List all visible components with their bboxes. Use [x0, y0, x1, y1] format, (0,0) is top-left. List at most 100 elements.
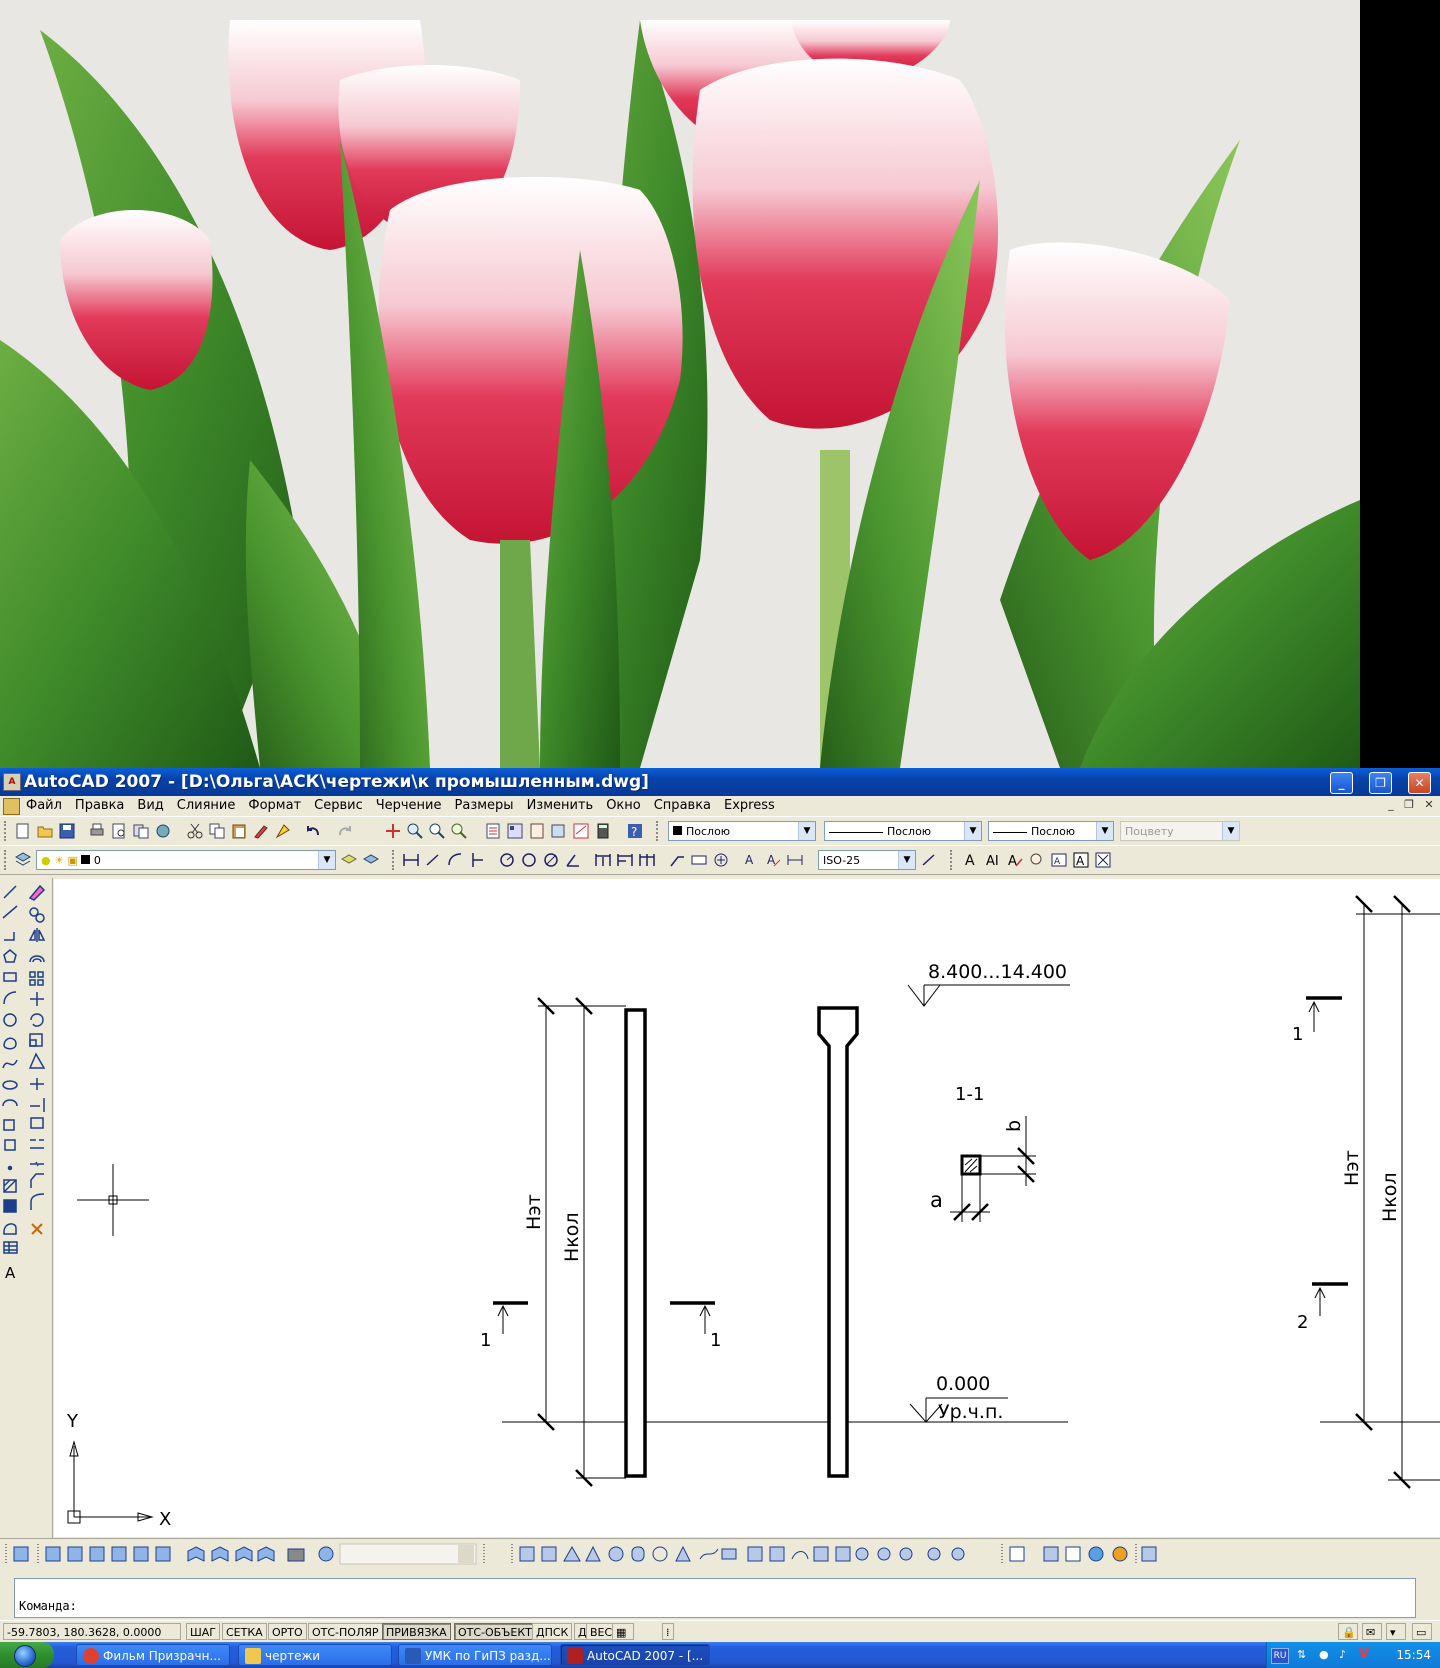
undo-icon[interactable]	[304, 822, 322, 840]
status-options-icon[interactable]: ▾	[1386, 1623, 1406, 1640]
zoom-previous-icon[interactable]	[450, 822, 468, 840]
document-icon[interactable]	[3, 798, 20, 815]
print-icon[interactable]	[88, 822, 106, 840]
autocad-app-icon[interactable]: A	[3, 773, 21, 791]
bluetooth-icon[interactable]: ●	[1319, 1648, 1331, 1662]
zoom-window-icon[interactable]	[428, 822, 446, 840]
status-toggle-5[interactable]: ПРИВЯЗКА	[382, 1623, 451, 1640]
aligned-dimension-icon[interactable]	[424, 851, 442, 869]
multiline-text-icon[interactable]: A	[962, 851, 980, 869]
jogged-dimension-icon[interactable]	[520, 851, 538, 869]
tool-palettes-icon[interactable]	[528, 822, 546, 840]
clock[interactable]: 15:54	[1396, 1642, 1431, 1668]
doc-close-button[interactable]: ✕	[1422, 798, 1436, 812]
text-style-icon[interactable]: A	[1072, 851, 1090, 869]
ordinate-dimension-icon[interactable]	[468, 851, 486, 869]
leader-icon[interactable]	[668, 851, 686, 869]
layer-manager-icon[interactable]	[14, 851, 32, 869]
make-layer-current-icon[interactable]	[340, 851, 358, 869]
diameter-dimension-icon[interactable]	[542, 851, 560, 869]
cut-icon[interactable]	[186, 822, 204, 840]
calculator-icon[interactable]	[594, 822, 612, 840]
dimension-edit-icon[interactable]: A	[742, 851, 760, 869]
properties-icon[interactable]	[484, 822, 502, 840]
chevron-down-icon[interactable]: ▼	[798, 822, 815, 840]
plot-preview-icon[interactable]	[110, 822, 128, 840]
menu-item[interactable]: Формат	[248, 796, 301, 816]
drawing-svg[interactable]: X Y Hэт Hкол 1 1 8.400...14.400 1-1 b a …	[54, 879, 1440, 1537]
menu-item[interactable]: Справка	[654, 796, 711, 816]
dimension-update-icon[interactable]	[786, 851, 804, 869]
continue-dimension-icon[interactable]	[638, 851, 656, 869]
spelling-icon[interactable]: A	[1050, 851, 1068, 869]
save-icon[interactable]	[58, 822, 76, 840]
markup-icon[interactable]	[572, 822, 590, 840]
drawing-area[interactable]: X Y Hэт Hкол 1 1 8.400...14.400 1-1 b a …	[54, 879, 1440, 1537]
chevron-down-icon[interactable]: ▼	[898, 851, 915, 869]
paste-icon[interactable]	[230, 822, 248, 840]
menu-item[interactable]: Окно	[606, 796, 641, 816]
command-line[interactable]: Команда:	[14, 1578, 1416, 1618]
status-toggle-7[interactable]: ДПСК	[532, 1623, 573, 1640]
block-editor-icon[interactable]	[274, 822, 292, 840]
volume-icon[interactable]: ♪	[1339, 1648, 1351, 1662]
dimension-style-dropdown[interactable]: ISO-25 ▼	[818, 850, 916, 870]
toolbar-grip[interactable]	[392, 850, 397, 870]
edit-text-icon[interactable]: A	[1006, 851, 1024, 869]
color-dropdown[interactable]: Послою ▼	[668, 821, 816, 841]
network-icon[interactable]: ⇅	[1297, 1648, 1309, 1662]
publish-icon[interactable]	[132, 822, 150, 840]
angular-dimension-icon[interactable]	[564, 851, 582, 869]
zoom-realtime-icon[interactable]	[406, 822, 424, 840]
linear-dimension-icon[interactable]	[402, 851, 420, 869]
3d-dwf-icon[interactable]	[154, 822, 172, 840]
layer-dropdown[interactable]: ● ☀ ▣ 0 ▼	[36, 850, 336, 870]
copy-icon[interactable]	[208, 822, 226, 840]
radius-dimension-icon[interactable]	[498, 851, 516, 869]
chevron-down-icon[interactable]: ▼	[964, 822, 981, 840]
menu-item[interactable]: Правка	[75, 796, 124, 816]
close-button[interactable]: ✕	[1408, 772, 1431, 794]
clean-screen-icon[interactable]: ▭	[1412, 1623, 1432, 1640]
help-icon[interactable]: ?	[626, 822, 644, 840]
center-mark-icon[interactable]	[712, 851, 730, 869]
lineweight-dropdown[interactable]: Послою ▼	[988, 821, 1114, 841]
model-icon[interactable]: ▦	[612, 1623, 634, 1640]
chevron-down-icon[interactable]: ▼	[318, 851, 335, 869]
menu-item[interactable]: Слияние	[177, 796, 236, 816]
menu-item[interactable]: Express	[724, 796, 775, 816]
scale-text-icon[interactable]	[1094, 851, 1112, 869]
taskbar-task[interactable]: УМК по ГиПЗ разд...	[398, 1644, 552, 1666]
baseline-dimension-icon[interactable]	[616, 851, 634, 869]
chevron-down-icon[interactable]: ▼	[1096, 822, 1113, 840]
menu-item[interactable]: Черчение	[376, 796, 442, 816]
open-folder-icon[interactable]	[36, 822, 54, 840]
new-file-icon[interactable]	[14, 822, 32, 840]
maximize-button[interactable]: ❐	[1369, 772, 1392, 794]
communication-center-icon[interactable]: ✉	[1362, 1623, 1382, 1640]
match-properties-icon[interactable]	[252, 822, 270, 840]
redo-icon[interactable]	[336, 822, 354, 840]
taskbar-task[interactable]: чертежи	[238, 1644, 392, 1666]
toolbar-grip[interactable]	[4, 850, 9, 870]
layer-previous-icon[interactable]	[362, 851, 380, 869]
title-bar[interactable]: A AutoCAD 2007 - [D:\Ольга\АСК\чертежи\к…	[0, 768, 1440, 796]
quick-dimension-icon[interactable]	[594, 851, 612, 869]
status-toggle-1[interactable]: ШАГ	[186, 1623, 220, 1640]
taskbar-task[interactable]: Фильм Призрачн...	[76, 1644, 230, 1666]
arc-length-icon[interactable]	[446, 851, 464, 869]
toolbar-grip[interactable]	[4, 821, 9, 841]
status-menu-icon[interactable]: ⁞	[662, 1623, 674, 1640]
find-text-icon[interactable]	[1028, 851, 1046, 869]
doc-minimize-button[interactable]: _	[1384, 798, 1398, 812]
doc-restore-button[interactable]: ❐	[1402, 798, 1416, 812]
coordinates-readout[interactable]: -59.7803, 180.3628, 0.0000	[3, 1623, 181, 1640]
menu-item[interactable]: Файл	[26, 796, 62, 816]
menu-item[interactable]: Изменить	[527, 796, 594, 816]
pan-icon[interactable]	[384, 822, 402, 840]
language-indicator[interactable]: RU	[1271, 1648, 1289, 1664]
toolbar-lock-icon[interactable]: 🔒	[1338, 1623, 1358, 1640]
start-button[interactable]	[0, 1642, 54, 1668]
sheet-set-icon[interactable]	[550, 822, 568, 840]
single-line-text-icon[interactable]: AI	[984, 851, 1002, 869]
